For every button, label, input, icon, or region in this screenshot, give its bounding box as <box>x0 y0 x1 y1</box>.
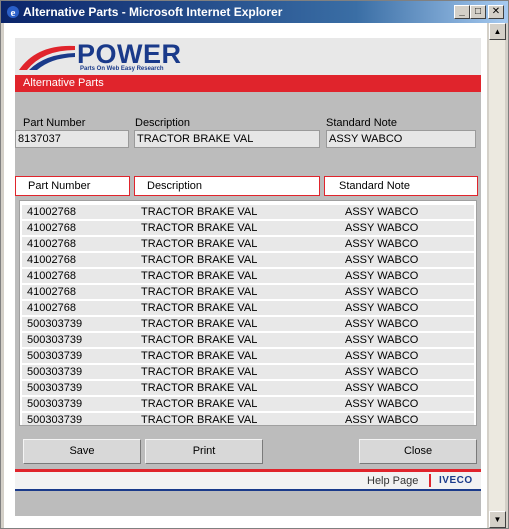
cell-description: TRACTOR BRAKE VAL <box>141 414 258 426</box>
cell-part-number: 41002768 <box>27 254 76 266</box>
scroll-down-icon[interactable]: ▼ <box>489 511 506 528</box>
column-header-standard-note[interactable]: Standard Note <box>324 176 478 196</box>
cell-description: TRACTOR BRAKE VAL <box>141 238 258 250</box>
table-row[interactable]: 41002768 TRACTOR BRAKE VAL ASSY WABCO <box>22 301 474 316</box>
column-header-description[interactable]: Description <box>134 176 320 196</box>
help-page-link[interactable]: Help Page <box>367 475 418 487</box>
table-row[interactable]: 41002768 TRACTOR BRAKE VAL ASSY WABCO <box>22 205 474 220</box>
save-button[interactable]: Save <box>23 439 141 464</box>
table-row[interactable]: 500303739 TRACTOR BRAKE VAL ASSY WABCO <box>22 397 474 412</box>
cell-description: TRACTOR BRAKE VAL <box>141 334 258 346</box>
alternative-parts-table: 41002768 TRACTOR BRAKE VAL ASSY WABCO 41002… <box>19 200 477 426</box>
cell-standard-note: ASSY WABCO <box>345 270 419 282</box>
table-row[interactable]: 41002768 TRACTOR BRAKE VAL ASSY WABCO <box>22 269 474 284</box>
vertical-scrollbar[interactable]: ▲ ▼ <box>488 23 506 528</box>
logo-tagline: Parts On Web Easy Research <box>80 66 164 72</box>
footer: Help Page IVECO <box>15 472 481 491</box>
cell-standard-note: ASSY WABCO <box>345 254 419 266</box>
print-button[interactable]: Print <box>145 439 263 464</box>
cell-description: TRACTOR BRAKE VAL <box>141 270 258 282</box>
description-label: Description <box>135 117 191 129</box>
cell-standard-note: ASSY WABCO <box>345 286 419 298</box>
cell-description: TRACTOR BRAKE VAL <box>141 398 258 410</box>
cell-standard-note: ASSY WABCO <box>345 302 419 314</box>
cell-description: TRACTOR BRAKE VAL <box>141 318 258 330</box>
table-row[interactable]: 500303739 TRACTOR BRAKE VAL ASSY WABCO <box>22 381 474 396</box>
cell-standard-note: ASSY WABCO <box>345 334 419 346</box>
footer-separator <box>429 474 431 487</box>
maximize-button[interactable]: □ <box>470 5 486 19</box>
cell-standard-note: ASSY WABCO <box>345 382 419 394</box>
cell-description: TRACTOR BRAKE VAL <box>141 206 258 218</box>
minimize-button[interactable]: _ <box>454 5 470 19</box>
standard-note-field[interactable]: ASSY WABCO <box>326 130 476 148</box>
part-number-label: Part Number <box>23 117 86 129</box>
iveco-logo: IVECO <box>439 475 473 486</box>
section-title: Alternative Parts <box>15 75 481 92</box>
cell-description: TRACTOR BRAKE VAL <box>141 222 258 234</box>
table-row[interactable]: 500303739 TRACTOR BRAKE VAL ASSY WABCO <box>22 349 474 364</box>
cell-standard-note: ASSY WABCO <box>345 414 419 426</box>
cell-part-number: 41002768 <box>27 238 76 250</box>
internet-explorer-icon: e <box>7 6 19 19</box>
svg-text:e: e <box>11 7 16 19</box>
cell-description: TRACTOR BRAKE VAL <box>141 286 258 298</box>
cell-part-number: 500303739 <box>27 382 83 394</box>
cell-part-number: 41002768 <box>27 206 76 218</box>
cell-description: TRACTOR BRAKE VAL <box>141 254 258 266</box>
cell-part-number: 41002768 <box>27 302 76 314</box>
scroll-up-icon[interactable]: ▲ <box>489 23 506 40</box>
cell-description: TRACTOR BRAKE VAL <box>141 366 258 378</box>
close-button[interactable]: Close <box>359 439 477 464</box>
title-bar[interactable]: e Alternative Parts - Microsoft Internet… <box>1 1 508 23</box>
table-row[interactable]: 41002768 TRACTOR BRAKE VAL ASSY WABCO <box>22 285 474 300</box>
description-field[interactable]: TRACTOR BRAKE VAL <box>134 130 320 148</box>
cell-part-number: 500303739 <box>27 414 83 426</box>
cell-part-number: 500303739 <box>27 398 83 410</box>
cell-standard-note: ASSY WABCO <box>345 206 419 218</box>
cell-standard-note: ASSY WABCO <box>345 350 419 362</box>
cell-description: TRACTOR BRAKE VAL <box>141 382 258 394</box>
cell-part-number: 41002768 <box>27 286 76 298</box>
alternative-parts-panel: POWER Parts On Web Easy Research Alterna… <box>15 38 481 516</box>
cell-standard-note: ASSY WABCO <box>345 318 419 330</box>
cell-standard-note: ASSY WABCO <box>345 222 419 234</box>
cell-part-number: 500303739 <box>27 334 83 346</box>
cell-part-number: 500303739 <box>27 366 83 378</box>
table-row[interactable]: 500303739 TRACTOR BRAKE VAL ASSY WABCO <box>22 413 474 426</box>
close-window-button[interactable]: ✕ <box>488 5 504 19</box>
standard-note-label: Standard Note <box>326 117 397 129</box>
ie-window: e Alternative Parts - Microsoft Internet… <box>0 0 509 529</box>
cell-description: TRACTOR BRAKE VAL <box>141 350 258 362</box>
part-number-field[interactable]: 8137037 <box>15 130 129 148</box>
table-row[interactable]: 41002768 TRACTOR BRAKE VAL ASSY WABCO <box>22 253 474 268</box>
table-row[interactable]: 41002768 TRACTOR BRAKE VAL ASSY WABCO <box>22 221 474 236</box>
cell-part-number: 500303739 <box>27 350 83 362</box>
page-content: POWER Parts On Web Easy Research Alterna… <box>4 23 487 528</box>
cell-standard-note: ASSY WABCO <box>345 366 419 378</box>
cell-standard-note: ASSY WABCO <box>345 238 419 250</box>
window-title: Alternative Parts - Microsoft Internet E… <box>23 5 283 19</box>
cell-part-number: 41002768 <box>27 222 76 234</box>
cell-description: TRACTOR BRAKE VAL <box>141 302 258 314</box>
power-logo-icon <box>19 45 75 70</box>
table-row[interactable]: 500303739 TRACTOR BRAKE VAL ASSY WABCO <box>22 333 474 348</box>
cell-part-number: 41002768 <box>27 270 76 282</box>
table-row[interactable]: 500303739 TRACTOR BRAKE VAL ASSY WABCO <box>22 365 474 380</box>
cell-standard-note: ASSY WABCO <box>345 398 419 410</box>
table-row[interactable]: 500303739 TRACTOR BRAKE VAL ASSY WABCO <box>22 317 474 332</box>
table-row[interactable]: 41002768 TRACTOR BRAKE VAL ASSY WABCO <box>22 237 474 252</box>
logo-area: POWER Parts On Web Easy Research <box>15 38 481 75</box>
cell-part-number: 500303739 <box>27 318 83 330</box>
column-header-part-number[interactable]: Part Number <box>15 176 130 196</box>
